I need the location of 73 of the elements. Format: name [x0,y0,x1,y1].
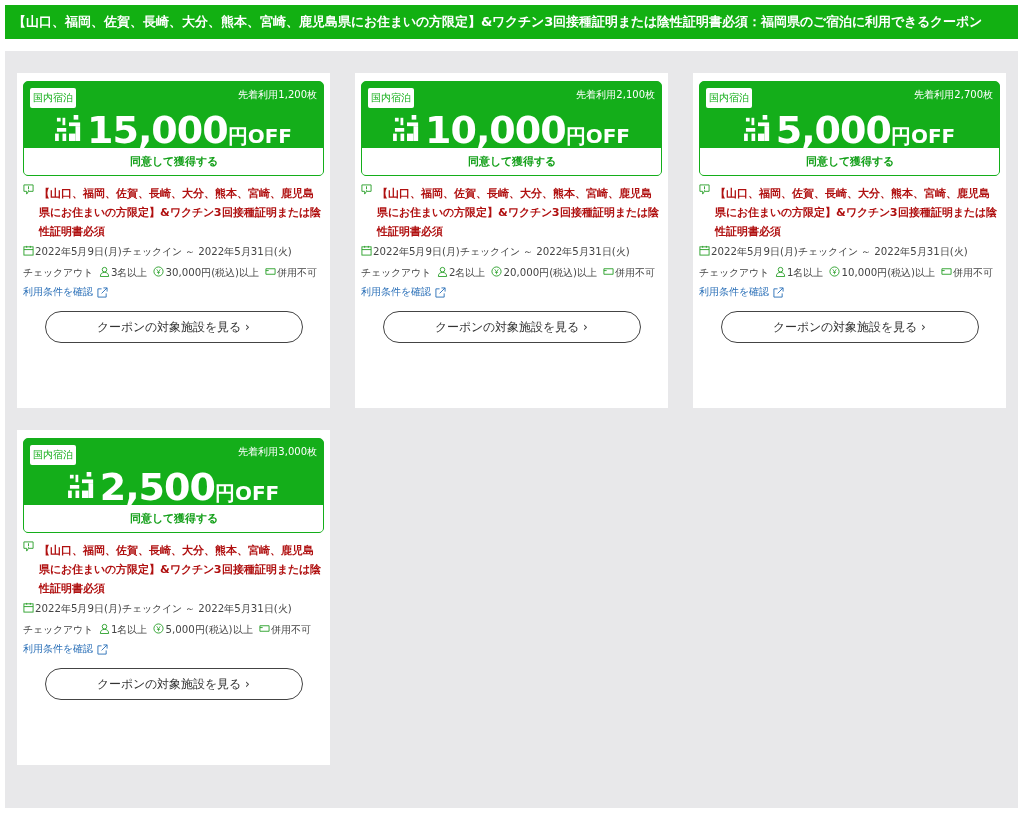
combination-rule: 併用不可 [615,267,656,278]
discount-unit: 円OFF [565,123,630,150]
stay-period-end: チェックアウト [23,623,93,637]
discount-unit: 円OFF [214,480,280,507]
external-link-icon [773,286,784,298]
stay-period: 2022年5月9日(月)チェックイン ～ 2022年5月31日(火) [373,246,630,257]
minimum-spend: 30,000円(税込)以上 [165,267,260,278]
person-icon [99,623,110,634]
category-tag: 国内宿泊 [30,445,76,465]
person-icon [775,266,786,277]
calendar-icon [23,602,34,613]
claim-button[interactable]: 同意して獲得する [24,148,323,175]
person-icon [437,266,448,277]
terms-link[interactable]: 利用条件を確認 [361,285,431,299]
claim-button[interactable]: 同意して獲得する [24,505,323,532]
notice-text: 【山口、福岡、佐賀、長崎、大分、熊本、宮崎、鹿児島県にお住まいの方限定】&ワクチン3回接種証明または陰性証明書必須 [377,186,660,240]
stay-period: 2022年5月9日(月)チェックイン ～ 2022年5月31日(火) [35,246,292,257]
person-icon [99,266,110,277]
stay-period-end: チェックアウト [361,266,431,280]
external-link-icon [97,643,108,655]
stay-period: 2022年5月9日(月)チェックイン ～ 2022年5月31日(火) [35,603,292,614]
claim-button[interactable]: 同意して獲得する [700,148,999,175]
notice-text: 【山口、福岡、佐賀、長崎、大分、熊本、宮崎、鹿児島県にお住まいの方限定】&ワクチン3回接種証明または陰性証明書必須 [39,543,322,597]
discount-unit: 円OFF [227,123,292,150]
ticket-icon [265,266,277,277]
ticket-icon [941,266,953,277]
calendar-icon [23,245,34,256]
remaining-count: 先着利用2,100枚 [576,88,655,102]
guest-count: 1名以上 [111,624,148,635]
category-tag: 国内宿泊 [30,88,76,108]
notice-icon [699,184,710,195]
guest-count: 2名以上 [449,267,486,278]
discount-unit: 円OFF [890,123,956,150]
stay-period: 2022年5月9日(月)チェックイン ～ 2022年5月31日(火) [711,246,968,257]
notice-icon [361,184,372,195]
category-tag: 国内宿泊 [368,88,414,108]
remaining-count: 先着利用1,200枚 [238,88,317,102]
yen-icon [153,623,165,634]
combination-rule: 併用不可 [277,267,318,278]
yen-icon [491,266,503,277]
notice-icon [23,541,34,552]
terms-link[interactable]: 利用条件を確認 [699,285,769,299]
facilities-button[interactable]: クーポンの対象施設を見る › [720,311,979,343]
combination-rule: 併用不可 [270,624,311,635]
external-link-icon [97,286,108,298]
remaining-count: 先着利用3,000枚 [238,445,317,459]
facilities-button[interactable]: クーポンの対象施設を見る › [382,311,641,343]
notice-icon [23,184,34,195]
external-link-icon [435,286,446,298]
claim-button[interactable]: 同意して獲得する [362,148,661,175]
minimum-spend: 5,000円(税込)以上 [165,624,253,635]
ticket-icon [603,266,615,277]
notice-text: 【山口、福岡、佐賀、長崎、大分、熊本、宮崎、鹿児島県にお住まいの方限定】&ワクチン3回接種証明または陰性証明書必須 [39,186,322,240]
facilities-button[interactable]: クーポンの対象施設を見る › [44,311,303,343]
terms-link[interactable]: 利用条件を確認 [23,642,93,656]
category-tag: 国内宿泊 [706,88,752,108]
remaining-count: 先着利用2,700枚 [914,88,993,102]
calendar-icon [361,245,372,256]
terms-link[interactable]: 利用条件を確認 [23,285,93,299]
facilities-button[interactable]: クーポンの対象施設を見る › [44,668,303,700]
guest-count: 1名以上 [787,267,824,278]
stay-period-end: チェックアウト [699,266,769,280]
calendar-icon [699,245,710,256]
stay-period-end: チェックアウト [23,266,93,280]
guest-count: 3名以上 [111,267,148,278]
page-title: 【山口、福岡、佐賀、長崎、大分、熊本、宮崎、鹿児島県にお住まいの方限定】&ワクチン3回接種証明または陰性証明書必須：福岡県のご宿泊に利用できるクーポン [5,5,1018,39]
yen-icon [153,266,165,277]
yen-icon [829,266,841,277]
minimum-spend: 10,000円(税込)以上 [841,267,936,278]
notice-text: 【山口、福岡、佐賀、長崎、大分、熊本、宮崎、鹿児島県にお住まいの方限定】&ワクチン3回接種証明または陰性証明書必須 [715,186,998,240]
combination-rule: 併用不可 [953,267,994,278]
minimum-spend: 20,000円(税込)以上 [503,267,598,278]
ticket-icon [258,623,270,634]
